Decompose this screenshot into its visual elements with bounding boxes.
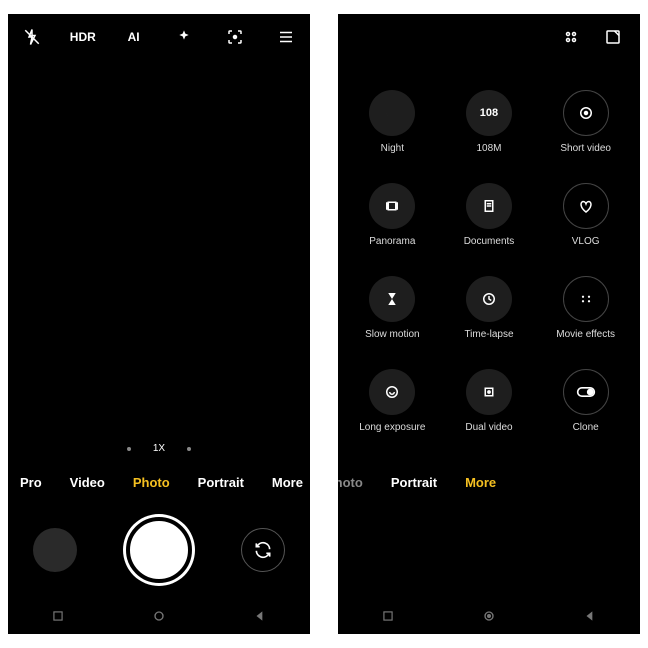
mode-label: Panorama — [369, 236, 415, 247]
edit-icon[interactable] — [604, 28, 622, 46]
mode-label: Long exposure — [359, 422, 425, 433]
zoom-dot-tele[interactable] — [187, 447, 191, 451]
mode-portrait[interactable]: Portrait — [391, 475, 437, 490]
zoom-dot-wide[interactable] — [127, 447, 131, 451]
mode-label: Dual video — [465, 422, 512, 433]
clock-icon — [466, 276, 512, 322]
android-nav-bar — [338, 598, 640, 634]
mode-slow-motion[interactable]: Slow motion — [344, 276, 441, 359]
mode-clone[interactable]: Clone — [537, 369, 634, 452]
mode-label: Slow motion — [365, 329, 419, 340]
nav-recent-icon[interactable] — [381, 609, 395, 623]
hamburger-menu-icon[interactable] — [276, 27, 296, 47]
mode-label: Movie effects — [556, 329, 615, 340]
ai-toggle[interactable]: AI — [124, 27, 144, 47]
capture-controls — [8, 502, 310, 598]
dots-icon — [563, 276, 609, 322]
nav-home-icon[interactable] — [151, 608, 167, 624]
mode-portrait[interactable]: Portrait — [198, 475, 244, 490]
shutter-button[interactable] — [126, 517, 192, 583]
magic-wand-icon[interactable] — [174, 27, 194, 47]
capture-controls-placeholder — [338, 502, 640, 598]
mode-label: Short video — [560, 143, 611, 154]
mode-dual-video[interactable]: Dual video — [441, 369, 538, 452]
mode-label: Time-lapse — [464, 329, 513, 340]
zoom-label[interactable]: 1X — [153, 443, 165, 454]
mode-photo-partial[interactable]: Photo — [338, 475, 363, 490]
mode-label: VLOG — [572, 236, 600, 247]
google-lens-icon[interactable] — [225, 27, 245, 47]
mode-more[interactable]: More — [465, 475, 496, 490]
exposure-icon — [369, 369, 415, 415]
flash-off-icon[interactable] — [22, 27, 42, 47]
gallery-thumbnail[interactable] — [33, 528, 77, 572]
mode-selector[interactable]: Photo Portrait More — [338, 462, 640, 502]
moon-icon — [369, 90, 415, 136]
zoom-selector[interactable]: 1X — [8, 443, 310, 454]
mode-grid: Night 108 108M Short video Panorama Docu… — [338, 60, 640, 462]
top-toolbar-more — [338, 14, 640, 60]
mode-label: Night — [381, 143, 404, 154]
top-toolbar: HDR AI — [8, 14, 310, 60]
switch-camera-button[interactable] — [241, 528, 285, 572]
mode-timelapse[interactable]: Time-lapse — [441, 276, 538, 359]
dual-icon — [466, 369, 512, 415]
text-108-icon: 108 — [466, 90, 512, 136]
camera-viewfinder[interactable]: 1X — [8, 60, 310, 462]
reorder-icon[interactable] — [562, 28, 580, 46]
camera-screen-more: Night 108 108M Short video Panorama Docu… — [338, 14, 640, 634]
nav-back-icon[interactable] — [253, 609, 267, 623]
panorama-icon — [369, 183, 415, 229]
mode-vlog[interactable]: VLOG — [537, 183, 634, 266]
mode-movie-effects[interactable]: Movie effects — [537, 276, 634, 359]
toggle-icon — [563, 369, 609, 415]
mode-label: Clone — [573, 422, 599, 433]
camera-screen-photo: HDR AI 1X Pro Video Photo Portrait More — [8, 14, 310, 634]
heart-v-icon — [563, 183, 609, 229]
mode-short-video[interactable]: Short video — [537, 90, 634, 173]
play-circle-icon — [563, 90, 609, 136]
mode-long-exposure[interactable]: Long exposure — [344, 369, 441, 452]
android-nav-bar — [8, 598, 310, 634]
mode-more[interactable]: More — [272, 475, 303, 490]
mode-panorama[interactable]: Panorama — [344, 183, 441, 266]
mode-video[interactable]: Video — [70, 475, 105, 490]
mode-selector[interactable]: Pro Video Photo Portrait More — [8, 462, 310, 502]
document-icon — [466, 183, 512, 229]
mode-label: Documents — [464, 236, 515, 247]
mode-label: 108M — [476, 143, 501, 154]
nav-home-icon[interactable] — [481, 608, 497, 624]
nav-back-icon[interactable] — [583, 609, 597, 623]
nav-recent-icon[interactable] — [51, 609, 65, 623]
hourglass-icon — [369, 276, 415, 322]
mode-pro[interactable]: Pro — [20, 475, 42, 490]
mode-photo[interactable]: Photo — [133, 475, 170, 490]
hdr-toggle[interactable]: HDR — [73, 27, 93, 47]
mode-documents[interactable]: Documents — [441, 183, 538, 266]
mode-108m[interactable]: 108 108M — [441, 90, 538, 173]
mode-night[interactable]: Night — [344, 90, 441, 173]
